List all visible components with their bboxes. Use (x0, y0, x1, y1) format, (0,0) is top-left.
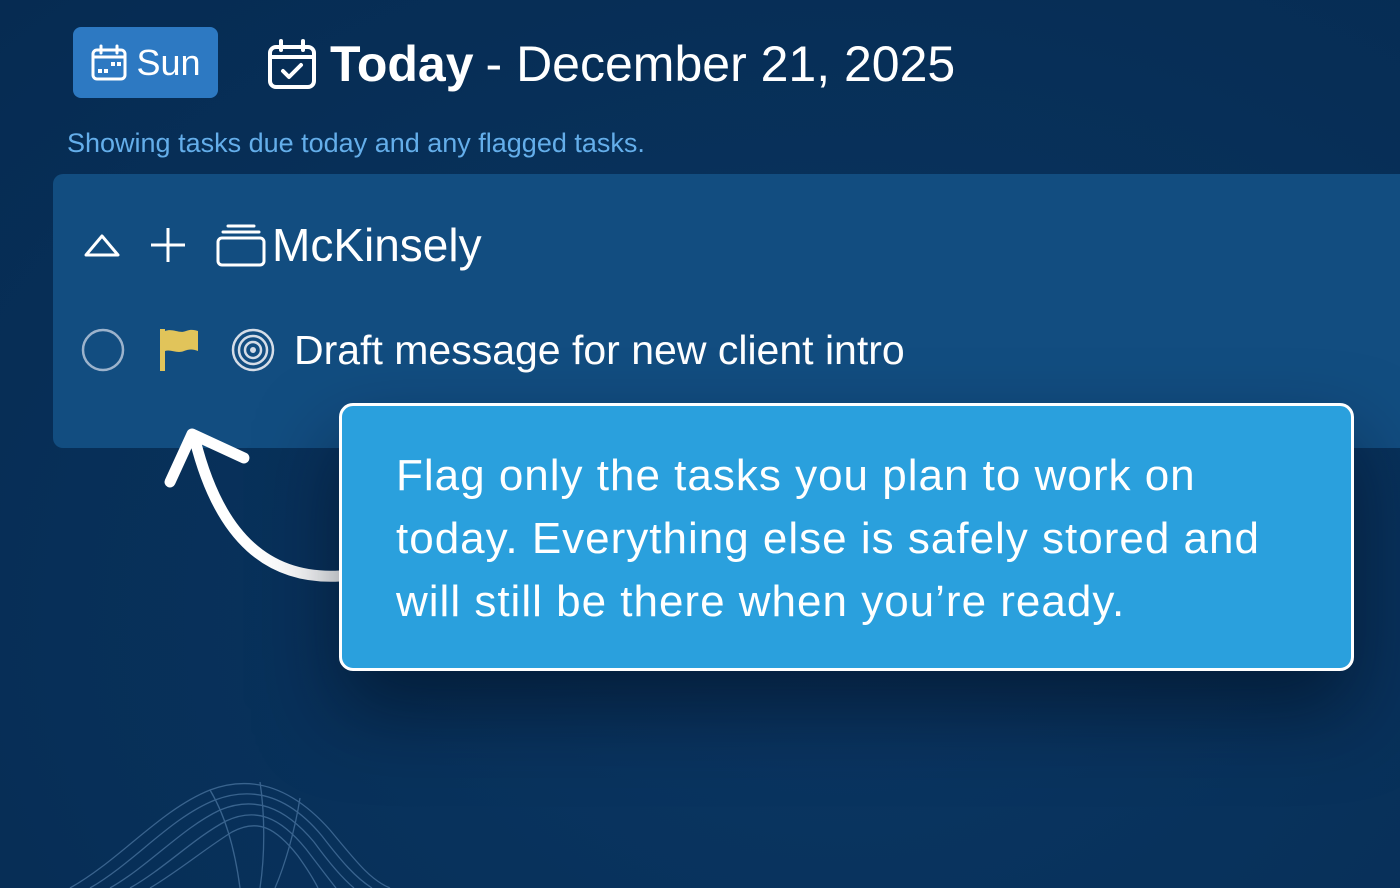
stack-icon (214, 218, 268, 272)
page-title: Today - December 21, 2025 (266, 34, 955, 94)
day-button-label: Sun (136, 41, 201, 83)
chevron-up-icon[interactable] (80, 223, 124, 267)
tooltip-callout: Flag only the tasks you plan to work on … (339, 403, 1354, 671)
calendar-check-icon (266, 38, 318, 90)
circle-icon[interactable] (80, 327, 126, 373)
calendar-week-icon (90, 44, 128, 82)
project-name[interactable]: McKinsely (272, 218, 482, 272)
subtitle: Showing tasks due today and any flagged … (67, 128, 645, 158)
title-date: - December 21, 2025 (485, 36, 956, 92)
task-title[interactable]: Draft message for new client intro (294, 327, 905, 374)
flag-icon[interactable] (158, 327, 200, 373)
project-header: McKinsely (80, 210, 482, 280)
task-row[interactable]: Draft message for new client intro (80, 320, 905, 380)
curved-arrow-icon (164, 428, 346, 582)
plus-icon[interactable] (144, 221, 192, 269)
day-button[interactable]: Sun (73, 27, 218, 98)
tooltip-text: Flag only the tasks you plan to work on … (396, 451, 1260, 626)
decorative-lineart-icon (69, 781, 391, 888)
target-icon (230, 327, 276, 373)
title-today: Today (330, 36, 474, 92)
